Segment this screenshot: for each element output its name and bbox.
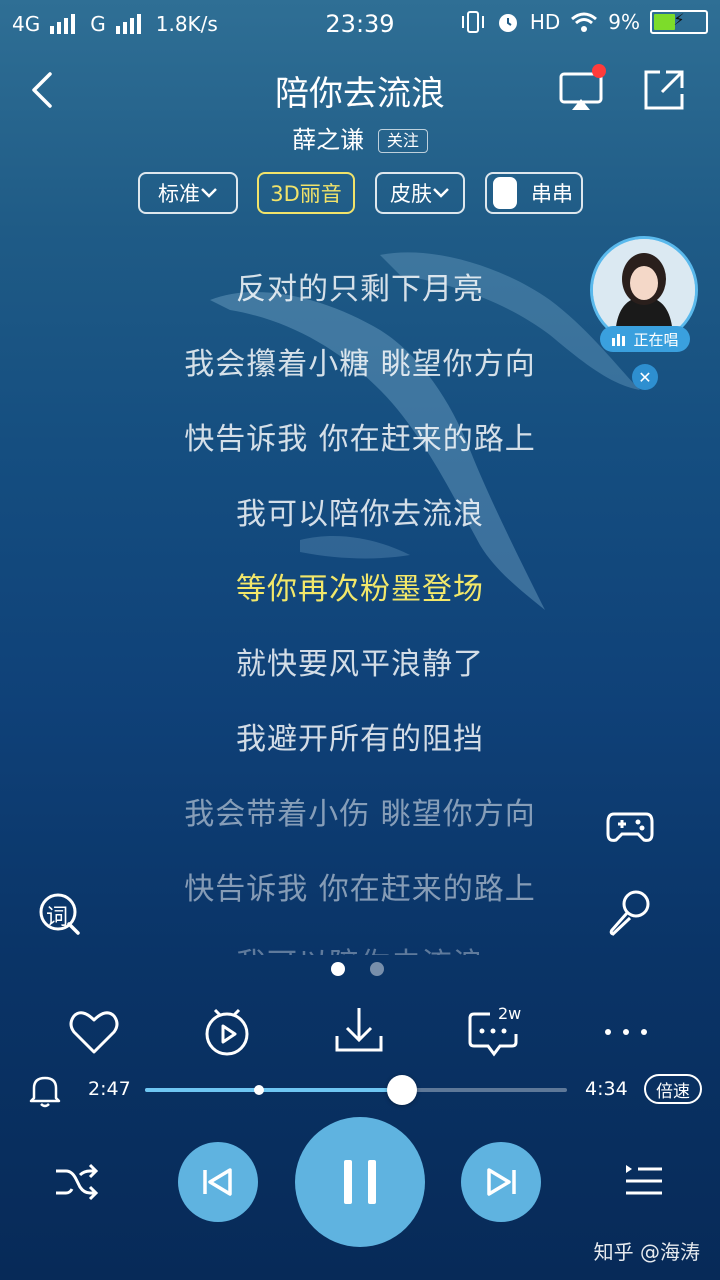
audio-options: 标准 3D丽音 皮肤 串串 [0, 172, 720, 216]
bell-icon[interactable] [28, 1072, 62, 1108]
lyric-line[interactable]: 快告诉我 你在赶来的路上 [0, 414, 720, 458]
battery-icon: ⚡ [650, 10, 708, 34]
close-icon[interactable]: ✕ [632, 364, 658, 390]
seek-thumb[interactable] [387, 1075, 418, 1105]
lyric-line[interactable]: 我可以陪你去流浪 [0, 489, 720, 533]
video-icon[interactable] [199, 1004, 255, 1060]
previous-button[interactable] [178, 1142, 258, 1222]
page-dot [370, 962, 384, 976]
skin-label: 皮肤 [390, 182, 432, 206]
next-button[interactable] [461, 1142, 541, 1222]
game-controller-icon[interactable] [604, 800, 656, 852]
lyric-line[interactable]: 就快要风平浪静了 [0, 639, 720, 683]
vibrate-icon [461, 11, 484, 33]
seek-bar[interactable] [145, 1075, 567, 1105]
chevron-down-icon [201, 188, 217, 198]
artist-row: 薛之谦 关注 [0, 120, 720, 155]
skin-dropdown[interactable]: 皮肤 [375, 172, 465, 214]
page-indicator [0, 962, 720, 978]
microphone-icon[interactable] [604, 886, 656, 938]
hd-indicator: HD [529, 10, 561, 34]
lyrics-mode-button[interactable]: 词 [36, 888, 88, 940]
skip-previous-icon [203, 1168, 232, 1196]
lyric-line[interactable]: 我可以陪你去流浪 [0, 939, 720, 955]
total-time: 4:34 [585, 1078, 628, 1100]
heart-icon[interactable] [66, 1004, 122, 1060]
artist-name[interactable]: 薛之谦 [292, 126, 364, 154]
quality-dropdown[interactable]: 标准 [138, 172, 238, 214]
progress-row: 2:47 4:34 倍速 [0, 1068, 720, 1112]
page-dot [331, 962, 345, 976]
more-icon[interactable] [598, 1004, 654, 1060]
toggle-knob [493, 177, 517, 209]
follow-button[interactable]: 关注 [377, 129, 428, 153]
player-header: 陪你去流浪 薛之谦 关注 [0, 62, 720, 172]
buffer-marker [253, 1085, 264, 1095]
notification-dot [592, 64, 606, 78]
now-singing-badge[interactable]: 正在唱 [600, 326, 690, 352]
lyrics-icon-text: 词 [46, 905, 69, 930]
shuffle-icon[interactable] [52, 1161, 100, 1201]
wifi-icon [571, 12, 598, 32]
status-bar: 4G G 1.8K/s 23:39 HD 9% ⚡ [0, 0, 720, 50]
pause-icon [344, 1160, 376, 1204]
skip-next-icon [487, 1168, 516, 1196]
lyric-line[interactable]: 我避开所有的阻挡 [0, 714, 720, 758]
alarm-icon [498, 14, 517, 32]
download-icon[interactable] [331, 1002, 387, 1058]
now-singing-label: 正在唱 [633, 330, 679, 349]
watermark: 知乎 @海涛 [593, 1240, 700, 1264]
speed-button[interactable]: 倍速 [644, 1074, 702, 1104]
battery-percent: 9% [608, 10, 640, 34]
playlist-icon[interactable] [622, 1161, 666, 1201]
chevron-down-icon [433, 188, 449, 198]
playback-controls [0, 1115, 720, 1255]
charging-icon: ⚡ [673, 10, 685, 29]
song-title: 陪你去流浪 [275, 74, 445, 114]
lyric-line-current[interactable]: 等你再次粉墨登场 [0, 564, 720, 608]
sound-effect-button[interactable]: 3D丽音 [257, 172, 355, 214]
played-progress [145, 1088, 403, 1092]
comment-count: 2w [498, 1004, 522, 1023]
current-time: 2:47 [88, 1078, 131, 1100]
quality-label: 标准 [158, 182, 200, 206]
share-button[interactable] [640, 66, 688, 114]
sound-bars-icon [612, 334, 626, 346]
status-right: HD 9% ⚡ [460, 10, 708, 34]
action-row [0, 1002, 720, 1062]
play-pause-button[interactable] [295, 1117, 425, 1247]
toggle-label: 串串 [531, 182, 573, 206]
toggle-switch[interactable]: 串串 [485, 172, 583, 214]
